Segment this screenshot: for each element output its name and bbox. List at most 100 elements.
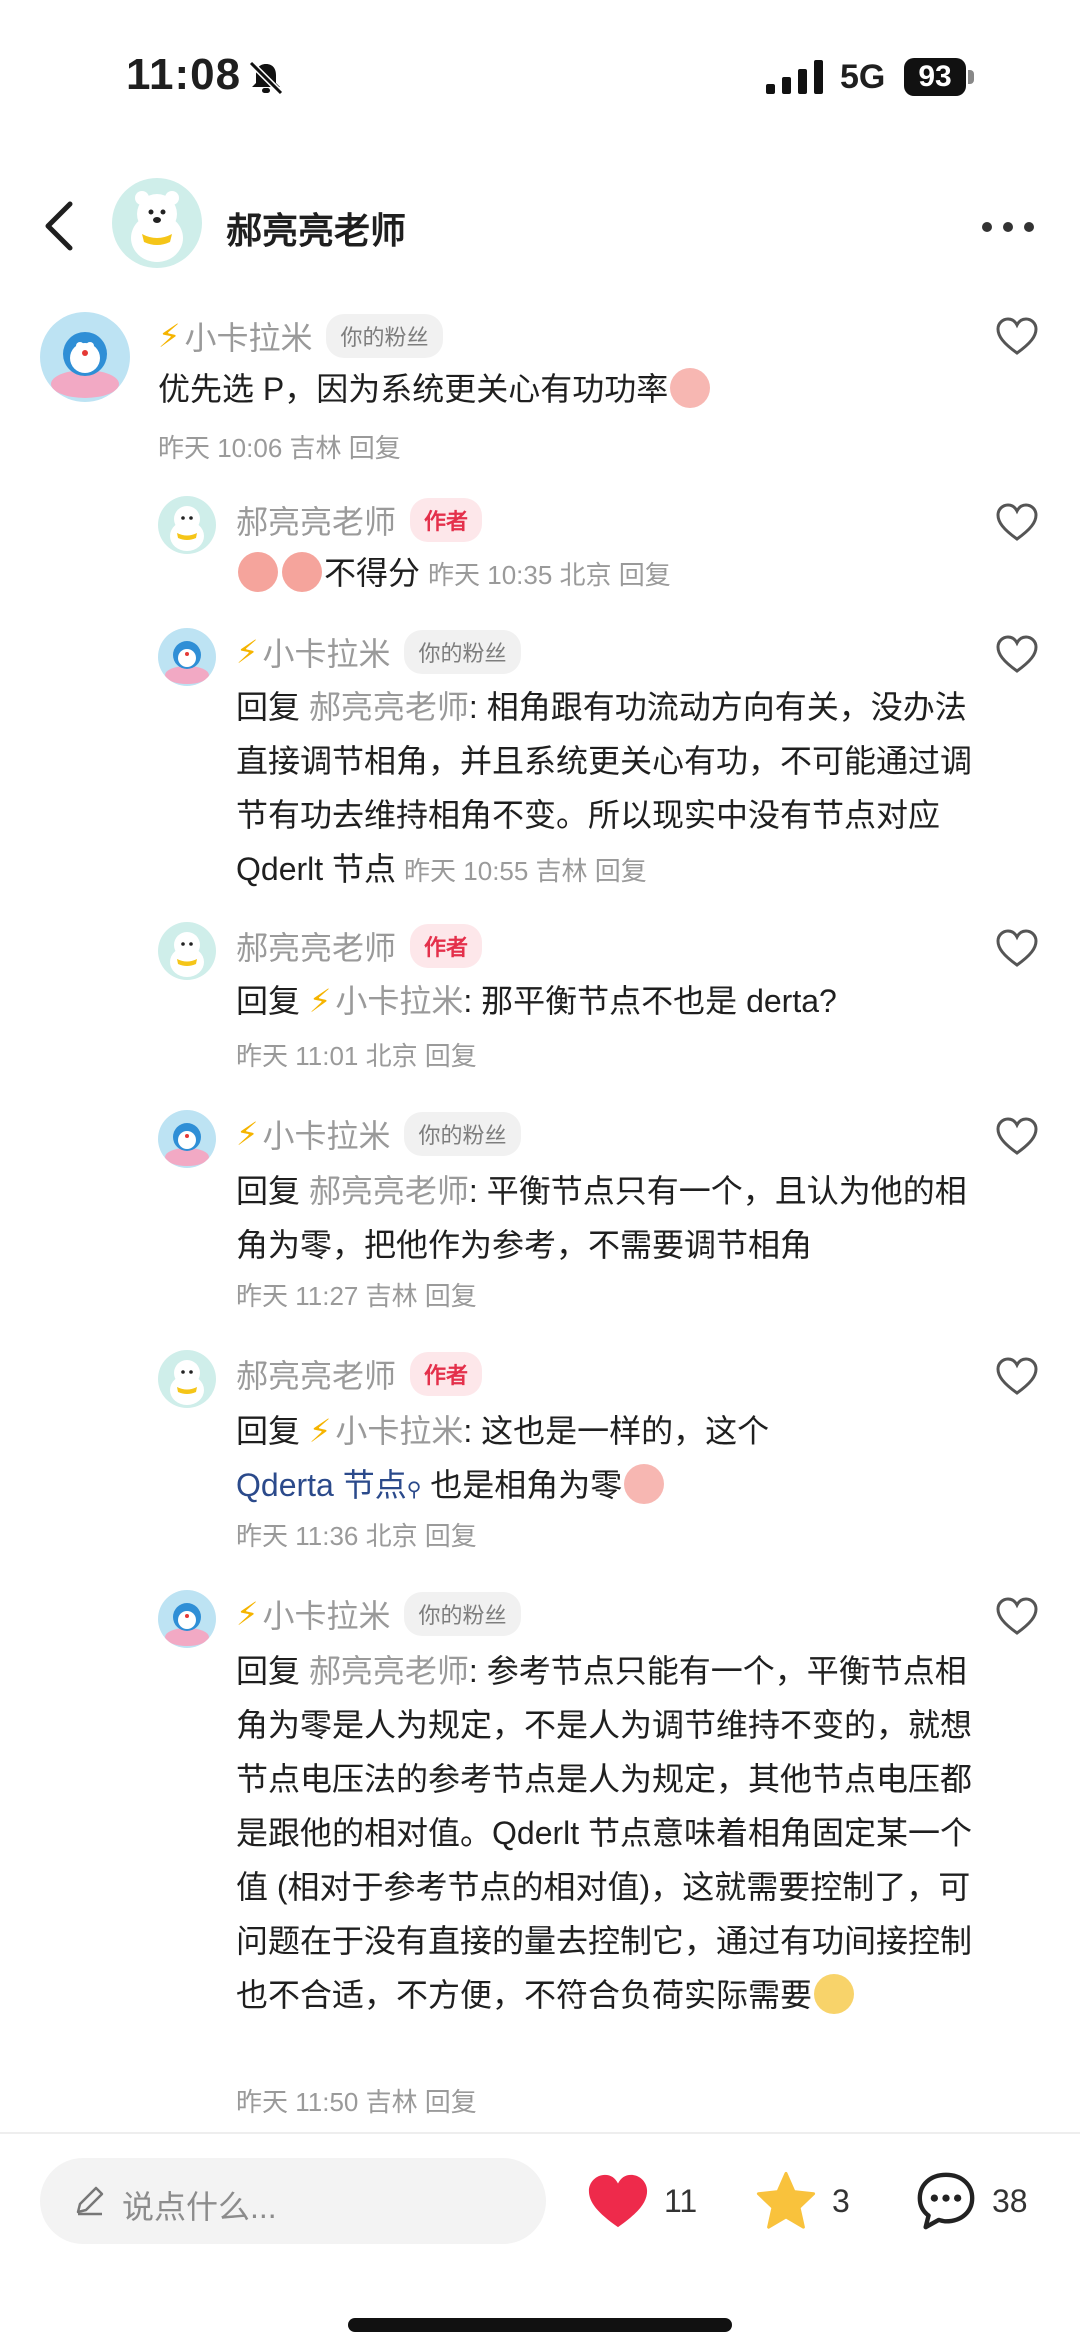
reply-header: ⚡ 小卡拉米 你的粉丝 — [236, 628, 521, 676]
reply-body: : 参考节点只能有一个，平衡节点相角为零是人为规定，不是人为调节维持不变的，就想… — [236, 1653, 973, 2013]
comment-meta[interactable]: 昨天 10:06 吉林 回复 — [158, 428, 401, 465]
star-count: 3 — [832, 2182, 850, 2219]
pencil-icon — [76, 2186, 104, 2216]
reply-body: 不得分 — [324, 555, 421, 591]
signal-icon — [766, 60, 823, 94]
teacher-avatar[interactable] — [158, 1350, 216, 1408]
comment-input-placeholder: 说点什么... — [122, 2189, 277, 2225]
fan-badge: 你的粉丝 — [326, 314, 443, 358]
lightning-icon: ⚡ — [236, 1116, 259, 1152]
lightning-icon: ⚡ — [236, 1596, 259, 1632]
reply-to-name[interactable]: 郝亮亮老师 — [309, 689, 469, 725]
reply-meta[interactable]: 昨天 11:50 吉林 回复 — [236, 2082, 477, 2119]
crying-emoji-icon — [282, 552, 322, 592]
reply-body: : 那平衡节点不也是 derta? — [463, 983, 837, 1019]
fan-badge: 你的粉丝 — [404, 630, 521, 674]
reply-prefix: 回复 — [236, 1413, 301, 1449]
heart-outline-icon[interactable] — [995, 634, 1039, 674]
reply-meta[interactable]: 昨天 11:36 北京 回复 — [236, 1516, 477, 1553]
reply-header: ⚡ 小卡拉米 你的粉丝 — [236, 1110, 521, 1158]
reply-to-name[interactable]: 小卡拉米 — [335, 1413, 463, 1449]
star-filled-icon — [756, 2171, 816, 2229]
home-indicator[interactable] — [348, 2318, 732, 2332]
mute-bell-icon — [248, 60, 284, 96]
reply-header: 郝亮亮老师 作者 — [236, 496, 483, 544]
peach-emoji-icon — [670, 368, 711, 408]
heart-outline-icon[interactable] — [995, 316, 1039, 356]
reply-text: 回复 ⚡ 小卡拉米: 那平衡节点不也是 derta? — [236, 974, 976, 1028]
topic-link[interactable]: Qderta 节点 — [236, 1467, 407, 1503]
reply-text: 回复 ⚡ 小卡拉米: 这也是一样的，这个 Qderta 节点⚲ 也是相角为零 — [236, 1404, 976, 1517]
reply-prefix: 回复 — [236, 1173, 301, 1209]
fan-badge: 你的粉丝 — [404, 1592, 521, 1636]
reply-header: 郝亮亮老师 作者 — [236, 1350, 483, 1398]
reply-header: ⚡ 小卡拉米 你的粉丝 — [236, 1590, 521, 1638]
reply-to-name[interactable]: 郝亮亮老师 — [309, 1653, 469, 1689]
reply-username[interactable]: 小卡拉米 — [262, 1111, 390, 1157]
header: 郝亮亮老师 — [0, 170, 1080, 280]
reply-username[interactable]: 郝亮亮老师 — [236, 923, 396, 969]
like-button[interactable]: 11 — [586, 2158, 697, 2244]
reply-username[interactable]: 郝亮亮老师 — [236, 497, 396, 543]
reply-prefix: 回复 — [236, 983, 301, 1019]
reply-username[interactable]: 郝亮亮老师 — [236, 1351, 396, 1397]
like-count: 11 — [664, 2182, 698, 2219]
lightning-icon: ⚡ — [158, 318, 181, 354]
lightning-icon: ⚡ — [236, 634, 259, 670]
fan-avatar[interactable] — [158, 628, 216, 686]
heart-filled-icon — [588, 2174, 648, 2228]
lightning-icon: ⚡ — [308, 1413, 332, 1449]
heart-outline-icon[interactable] — [995, 1596, 1039, 1636]
teacher-avatar[interactable] — [158, 496, 216, 554]
reply-username[interactable]: 小卡拉米 — [262, 1591, 390, 1637]
heart-outline-icon[interactable] — [995, 1116, 1039, 1156]
more-options-icon[interactable] — [980, 220, 1036, 234]
comment-text: 优先选 P，因为系统更关心有功功率 — [158, 362, 958, 416]
comment-header: ⚡ 小卡拉米 你的粉丝 — [158, 312, 443, 360]
lightning-icon: ⚡ — [308, 983, 332, 1019]
comment-username[interactable]: 小卡拉米 — [184, 313, 312, 359]
crying-emoji-icon — [238, 552, 278, 592]
reply-meta[interactable]: 昨天 10:55 吉林 回复 — [404, 856, 647, 886]
battery-tip — [968, 70, 974, 84]
status-time: 11:08 — [126, 50, 242, 99]
reply-body: : 这也是一样的，这个 — [463, 1413, 770, 1449]
battery-level: 93 — [904, 58, 966, 96]
heart-outline-icon[interactable] — [995, 1356, 1039, 1396]
fan-avatar[interactable] — [158, 1590, 216, 1648]
smile-emoji-icon — [814, 1974, 855, 2014]
reply-body-continued: 也是相角为零 — [421, 1467, 623, 1503]
peach-emoji-icon — [624, 1464, 665, 1504]
author-badge: 作者 — [410, 1352, 483, 1396]
back-arrow-icon[interactable] — [40, 200, 80, 252]
reply-meta[interactable]: 昨天 11:27 吉林 回复 — [236, 1276, 477, 1313]
teacher-avatar[interactable] — [158, 922, 216, 980]
reply-meta[interactable]: 昨天 11:01 北京 回复 — [236, 1036, 477, 1073]
comment-input[interactable]: 说点什么... — [40, 2158, 546, 2244]
comment-count: 38 — [992, 2182, 1028, 2219]
reply-text: 不得分 昨天 10:35 北京 回复 — [236, 546, 976, 602]
favorite-button[interactable]: 3 — [754, 2158, 850, 2244]
reply-prefix: 回复 — [236, 1653, 301, 1689]
author-badge: 作者 — [410, 924, 483, 968]
comment-body: 优先选 P，因为系统更关心有功功率 — [158, 371, 669, 407]
heart-outline-icon[interactable] — [995, 928, 1039, 968]
author-badge: 作者 — [410, 498, 483, 542]
reply-text: 回复 郝亮亮老师: 平衡节点只有一个，且认为他的相角为零，把他作为参考，不需要调… — [236, 1164, 976, 1272]
fan-badge: 你的粉丝 — [404, 1112, 521, 1156]
reply-text: 回复 郝亮亮老师: 相角跟有功流动方向有关，没办法直接调节相角，并且系统更关心有… — [236, 680, 976, 898]
page-title: 郝亮亮老师 — [226, 210, 407, 251]
reply-to-name[interactable]: 小卡拉米 — [335, 983, 463, 1019]
reply-header: 郝亮亮老师 作者 — [236, 922, 483, 970]
reply-prefix: 回复 — [236, 689, 301, 725]
speech-bubble-icon — [917, 2172, 975, 2230]
network-type: 5G — [840, 58, 886, 96]
heart-outline-icon[interactable] — [995, 502, 1039, 542]
comment-button[interactable]: 38 — [914, 2158, 1028, 2244]
reply-meta[interactable]: 昨天 10:35 北京 回复 — [428, 560, 671, 590]
teacher-avatar[interactable] — [112, 178, 202, 268]
reply-to-name[interactable]: 郝亮亮老师 — [309, 1173, 469, 1209]
reply-username[interactable]: 小卡拉米 — [262, 629, 390, 675]
fan-avatar[interactable] — [158, 1110, 216, 1168]
fan-avatar[interactable] — [40, 312, 130, 402]
